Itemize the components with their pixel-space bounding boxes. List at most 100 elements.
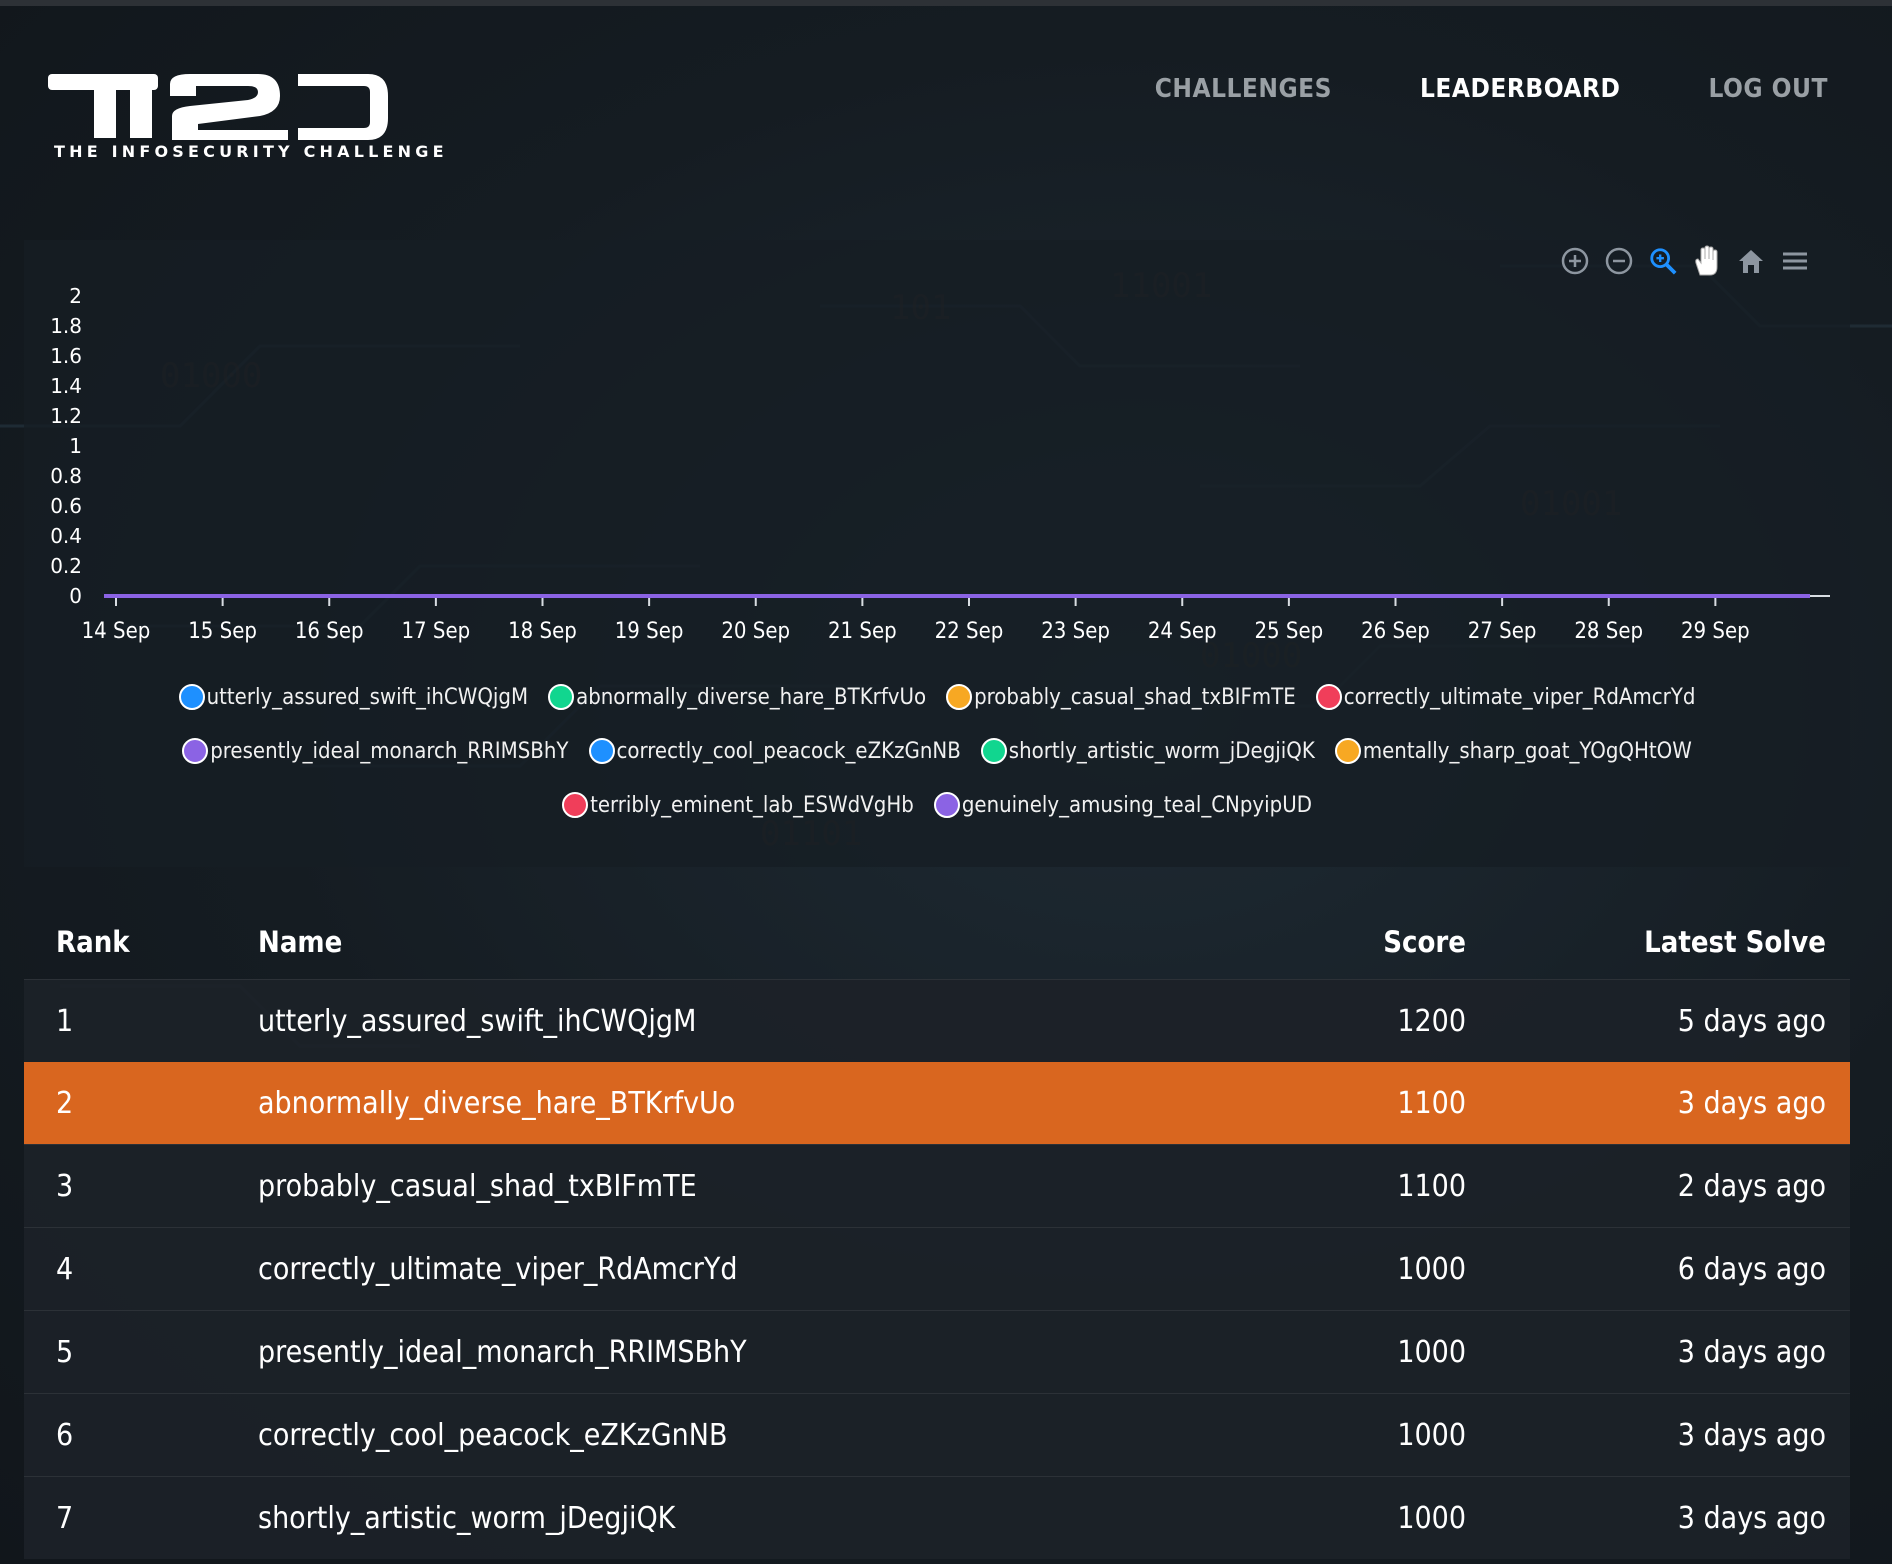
legend-item[interactable]: terribly_eminent_lab_ESWdVgHb	[562, 792, 914, 818]
header-name[interactable]: Name	[258, 905, 1206, 980]
header-latest-solve[interactable]: Latest Solve	[1466, 905, 1850, 980]
nav-leaderboard[interactable]: LEADERBOARD	[1420, 74, 1620, 104]
legend-label: correctly_cool_peacock_eZKzGnNB	[616, 738, 961, 764]
y-tick-label: 0.2	[50, 554, 82, 578]
legend-dot	[946, 684, 973, 710]
latest-solve-cell: 3 days ago	[1466, 1393, 1850, 1477]
legend-label: terribly_eminent_lab_ESWdVgHb	[590, 792, 914, 818]
x-tick-label: 27 Sep	[1468, 619, 1537, 644]
name-cell[interactable]: utterly_assured_swift_ihCWQjgM	[258, 979, 1206, 1062]
score-cell: 1000	[1206, 1310, 1466, 1394]
legend-label: mentally_sharp_goat_YOgQHtOW	[1362, 738, 1692, 764]
name-cell[interactable]: correctly_cool_peacock_eZKzGnNB	[258, 1393, 1206, 1477]
legend-item[interactable]: presently_ideal_monarch_RRIMSBhY	[182, 738, 569, 764]
nav-logout[interactable]: LOG OUT	[1708, 74, 1828, 104]
legend-label: correctly_ultimate_viper_RdAmcrYd	[1343, 684, 1696, 710]
x-tick-label: 17 Sep	[401, 619, 470, 644]
y-tick-label: 0.4	[50, 524, 82, 548]
name-cell[interactable]: presently_ideal_monarch_RRIMSBhY	[258, 1310, 1206, 1394]
legend-label: shortly_artistic_worm_jDegjiQK	[1008, 738, 1315, 764]
x-tick-label: 16 Sep	[295, 619, 364, 644]
legend-label: abnormally_diverse_hare_BTKrfvUo	[576, 684, 927, 710]
legend-item[interactable]: correctly_ultimate_viper_RdAmcrYd	[1315, 684, 1696, 710]
legend-dot	[1334, 738, 1361, 764]
x-tick-label: 20 Sep	[721, 619, 790, 644]
x-tick-label: 18 Sep	[508, 619, 577, 644]
rank-cell: 3	[24, 1144, 258, 1228]
x-tick-label: 14 Sep	[82, 619, 151, 644]
legend-dot	[548, 684, 575, 710]
legend-dot	[1315, 684, 1342, 710]
table-row[interactable]: 3 probably_casual_shad_txBIFmTE 1100 2 d…	[24, 1144, 1850, 1228]
legend-item[interactable]: probably_casual_shad_txBIFmTE	[946, 684, 1296, 710]
x-tick-label: 25 Sep	[1254, 619, 1323, 644]
y-tick-label: 1.8	[50, 314, 82, 338]
name-cell[interactable]: correctly_ultimate_viper_RdAmcrYd	[258, 1227, 1206, 1311]
rank-cell: 7	[24, 1476, 258, 1559]
score-cell: 1100	[1206, 1144, 1466, 1228]
table-row[interactable]: 6 correctly_cool_peacock_eZKzGnNB 1000 3…	[24, 1393, 1850, 1477]
legend-row: utterly_assured_swift_ihCWQjgM abnormall…	[24, 670, 1850, 724]
score-cell: 1000	[1206, 1393, 1466, 1477]
score-cell: 1000	[1206, 1227, 1466, 1311]
table-row[interactable]: 5 presently_ideal_monarch_RRIMSBhY 1000 …	[24, 1310, 1850, 1394]
legend-item[interactable]: mentally_sharp_goat_YOgQHtOW	[1334, 738, 1692, 764]
nav-challenges[interactable]: CHALLENGES	[1155, 74, 1332, 104]
legend-item[interactable]: genuinely_amusing_teal_CNpyipUD	[933, 792, 1312, 818]
table-row[interactable]: 7 shortly_artistic_worm_jDegjiQK 1000 3 …	[24, 1476, 1850, 1559]
x-tick-label: 28 Sep	[1574, 619, 1643, 644]
latest-solve-cell: 6 days ago	[1466, 1227, 1850, 1311]
name-cell[interactable]: abnormally_diverse_hare_BTKrfvUo	[258, 1062, 1206, 1145]
table-row[interactable]: 1 utterly_assured_swift_ihCWQjgM 1200 5 …	[24, 979, 1850, 1062]
legend-dot	[980, 738, 1007, 764]
legend-item[interactable]: abnormally_diverse_hare_BTKrfvUo	[548, 684, 926, 710]
chart-legend: utterly_assured_swift_ihCWQjgM abnormall…	[24, 670, 1850, 832]
legend-item[interactable]: utterly_assured_swift_ihCWQjgM	[178, 684, 528, 710]
x-tick-label: 22 Sep	[935, 619, 1004, 644]
legend-label: probably_casual_shad_txBIFmTE	[974, 684, 1296, 710]
latest-solve-cell: 5 days ago	[1466, 979, 1850, 1062]
latest-solve-cell: 3 days ago	[1677, 1085, 1826, 1121]
leaderboard-table: Rank Name Score Latest Solve 1 utterly_a…	[24, 905, 1850, 1559]
legend-row: presently_ideal_monarch_RRIMSBhY correct…	[24, 724, 1850, 778]
y-tick-label: 0.8	[50, 464, 82, 488]
latest-solve-cell: 2 days ago	[1466, 1144, 1850, 1228]
rank-cell: 4	[24, 1227, 258, 1311]
legend-dot	[182, 738, 209, 764]
rank-cell: 1	[24, 979, 258, 1062]
legend-item[interactable]: correctly_cool_peacock_eZKzGnNB	[588, 738, 961, 764]
name-cell[interactable]: shortly_artistic_worm_jDegjiQK	[258, 1476, 1206, 1559]
name-cell[interactable]: probably_casual_shad_txBIFmTE	[258, 1144, 1206, 1228]
score-line-chart: 2 1.8 1.6 1.4 1.2 1 0.8 0.6 0.4 0.2 014 Sep 15 Sep 1…	[50, 284, 1830, 644]
table-header-row: Rank Name Score Latest Solve	[24, 905, 1850, 980]
y-tick-label: 1.4	[50, 374, 82, 398]
logo-subtitle: THE INFOSECURITY CHALLENGE	[54, 142, 448, 161]
rank-cell: 2	[56, 1085, 74, 1121]
y-tick-label: 1.6	[50, 344, 82, 368]
header-rank[interactable]: Rank	[24, 905, 258, 980]
y-tick-label: 2	[69, 284, 82, 308]
y-tick-label: 0	[69, 584, 82, 608]
legend-dot	[933, 792, 960, 818]
x-tick-label: 21 Sep	[828, 619, 897, 644]
site-header: THE INFOSECURITY CHALLENGE CHALLENGES LE…	[0, 6, 1892, 206]
latest-solve-cell: 3 days ago	[1466, 1476, 1850, 1559]
score-cell: 1100	[1397, 1085, 1466, 1121]
y-tick-label: 1	[69, 434, 82, 458]
x-tick-label: 19 Sep	[615, 619, 684, 644]
x-tick-label: 29 Sep	[1681, 619, 1750, 644]
latest-solve-cell: 3 days ago	[1466, 1310, 1850, 1394]
score-cell: 1200	[1206, 979, 1466, 1062]
rank-cell: 6	[24, 1393, 258, 1477]
x-tick-label: 23 Sep	[1041, 619, 1110, 644]
legend-item[interactable]: shortly_artistic_worm_jDegjiQK	[980, 738, 1315, 764]
legend-label: presently_ideal_monarch_RRIMSBhY	[210, 738, 569, 764]
score-cell: 1000	[1206, 1476, 1466, 1559]
table-row[interactable]: 4 correctly_ultimate_viper_RdAmcrYd 1000…	[24, 1227, 1850, 1311]
header-score[interactable]: Score	[1206, 905, 1466, 980]
table-row-highlighted[interactable]: 2 abnormally_diverse_hare_BTKrfvUo 1100 …	[24, 1062, 1850, 1145]
rank-cell: 5	[24, 1310, 258, 1394]
score-chart-panel: 2 1.8 1.6 1.4 1.2 1 0.8 0.6 0.4 0.2 0 14 Sep 15 Sep 1…	[24, 240, 1850, 867]
x-tick-label: 26 Sep	[1361, 619, 1430, 644]
legend-dot	[178, 684, 205, 710]
